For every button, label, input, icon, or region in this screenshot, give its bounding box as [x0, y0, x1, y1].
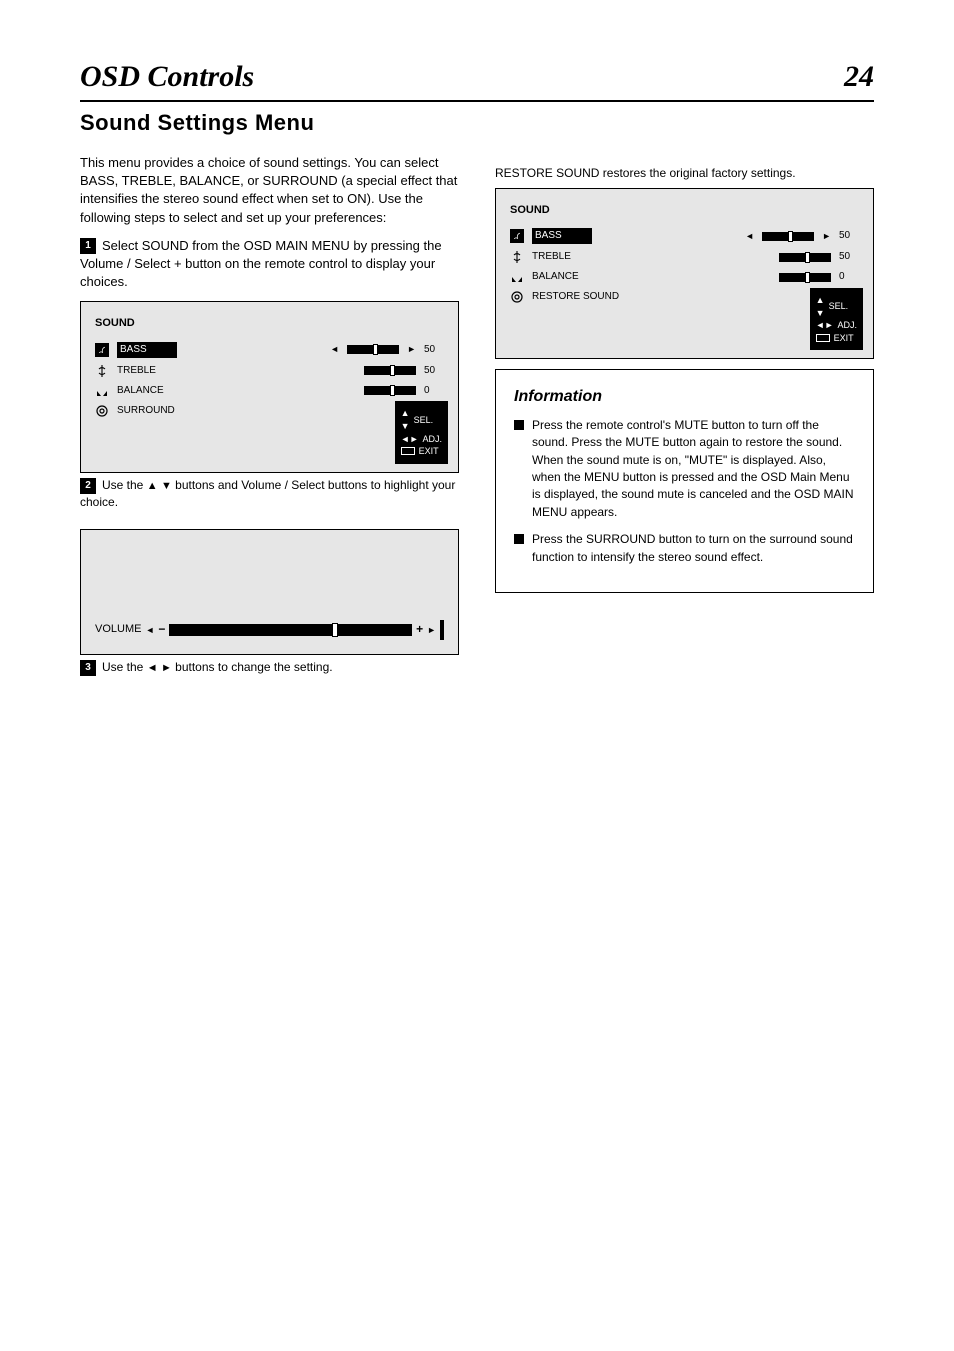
right-arrow-icon: ► — [822, 230, 831, 243]
plus-icon: + — [416, 621, 423, 638]
right-arrow-icon: ► — [407, 343, 416, 356]
osd-title: SOUND — [510, 203, 859, 218]
exit-box-icon — [401, 447, 415, 455]
bullet-icon — [514, 420, 524, 430]
step-2: 2Use the ▲ ▼ buttons and Volume / Select… — [80, 477, 459, 511]
page-title: OSD Controls — [80, 60, 254, 94]
info-item: Press the remote control's MUTE button t… — [514, 417, 855, 521]
page-number: 24 — [844, 60, 874, 94]
osd-title: SOUND — [95, 316, 444, 331]
surround-icon — [95, 404, 109, 418]
left-arrow-icon: ◄ — [745, 230, 754, 243]
bullet-icon — [514, 534, 524, 544]
osd-row-bass: BASS ◄ ► 50 — [95, 342, 444, 358]
balance-icon — [95, 384, 109, 398]
osd-row-balance: BALANCE 0 — [510, 270, 859, 284]
balance-icon — [510, 270, 524, 284]
step-1: 1Select SOUND from the OSD MAIN MENU by … — [80, 237, 459, 292]
up-down-icon: ▲▼ — [816, 294, 825, 319]
volume-bar — [169, 624, 412, 636]
treble-icon — [95, 364, 109, 378]
osd-legend: ▲▼SEL. ◄►ADJ. EXIT — [810, 288, 863, 350]
step-3: 3Use the ◄ ► buttons to change the setti… — [80, 659, 459, 676]
intro-paragraph: This menu provides a choice of sound set… — [80, 154, 459, 227]
osd-sound-menu: SOUND BASS ◄ ► 50 TREBLE 50 BALANCE — [80, 301, 459, 472]
up-icon: ▲ — [147, 480, 158, 492]
right-arrow-icon: ► — [427, 624, 436, 637]
osd-row-surround: SURROUND OFF — [95, 404, 444, 418]
step-badge-2: 2 — [80, 478, 96, 494]
left-arrow-icon: ◄ — [147, 662, 158, 674]
bass-icon — [95, 343, 109, 357]
osd-row-balance: BALANCE 0 — [95, 384, 444, 398]
left-arrow-icon: ◄ — [330, 343, 339, 356]
up-down-icon: ▲▼ — [401, 407, 410, 432]
step-badge-3: 3 — [80, 660, 96, 676]
osd-volume: VOLUME ◄ − + ► — [80, 529, 459, 655]
osd-row-treble: TREBLE 50 — [95, 364, 444, 378]
bass-icon — [510, 229, 524, 243]
minus-icon: − — [158, 621, 165, 638]
down-icon: ▼ — [161, 480, 172, 492]
bar-endcap — [440, 620, 444, 640]
restore-note: RESTORE SOUND restores the original fact… — [495, 164, 874, 182]
left-arrow-icon: ◄ — [145, 624, 154, 637]
step-badge-1: 1 — [80, 238, 96, 254]
osd-legend: ▲▼SEL. ◄►ADJ. EXIT — [395, 401, 448, 463]
osd-sound-menu-restore: SOUND BASS ◄ ► 50 TREBLE 50 BALANCE — [495, 188, 874, 359]
volume-label: VOLUME — [95, 622, 141, 637]
left-right-icon: ◄► — [816, 319, 834, 332]
info-heading: Information — [514, 386, 855, 408]
info-item: Press the SURROUND button to turn on the… — [514, 531, 855, 566]
surround-icon — [510, 290, 524, 304]
information-box: Information Press the remote control's M… — [495, 369, 874, 593]
exit-box-icon — [816, 334, 830, 342]
osd-row-treble: TREBLE 50 — [510, 250, 859, 264]
osd-row-restore: RESTORE SOUND — [510, 290, 859, 304]
left-right-icon: ◄► — [401, 433, 419, 446]
divider — [80, 100, 874, 102]
section-heading: Sound Settings Menu — [80, 110, 874, 136]
osd-row-bass: BASS ◄ ► 50 — [510, 228, 859, 244]
treble-icon — [510, 250, 524, 264]
right-arrow-icon: ► — [161, 662, 172, 674]
